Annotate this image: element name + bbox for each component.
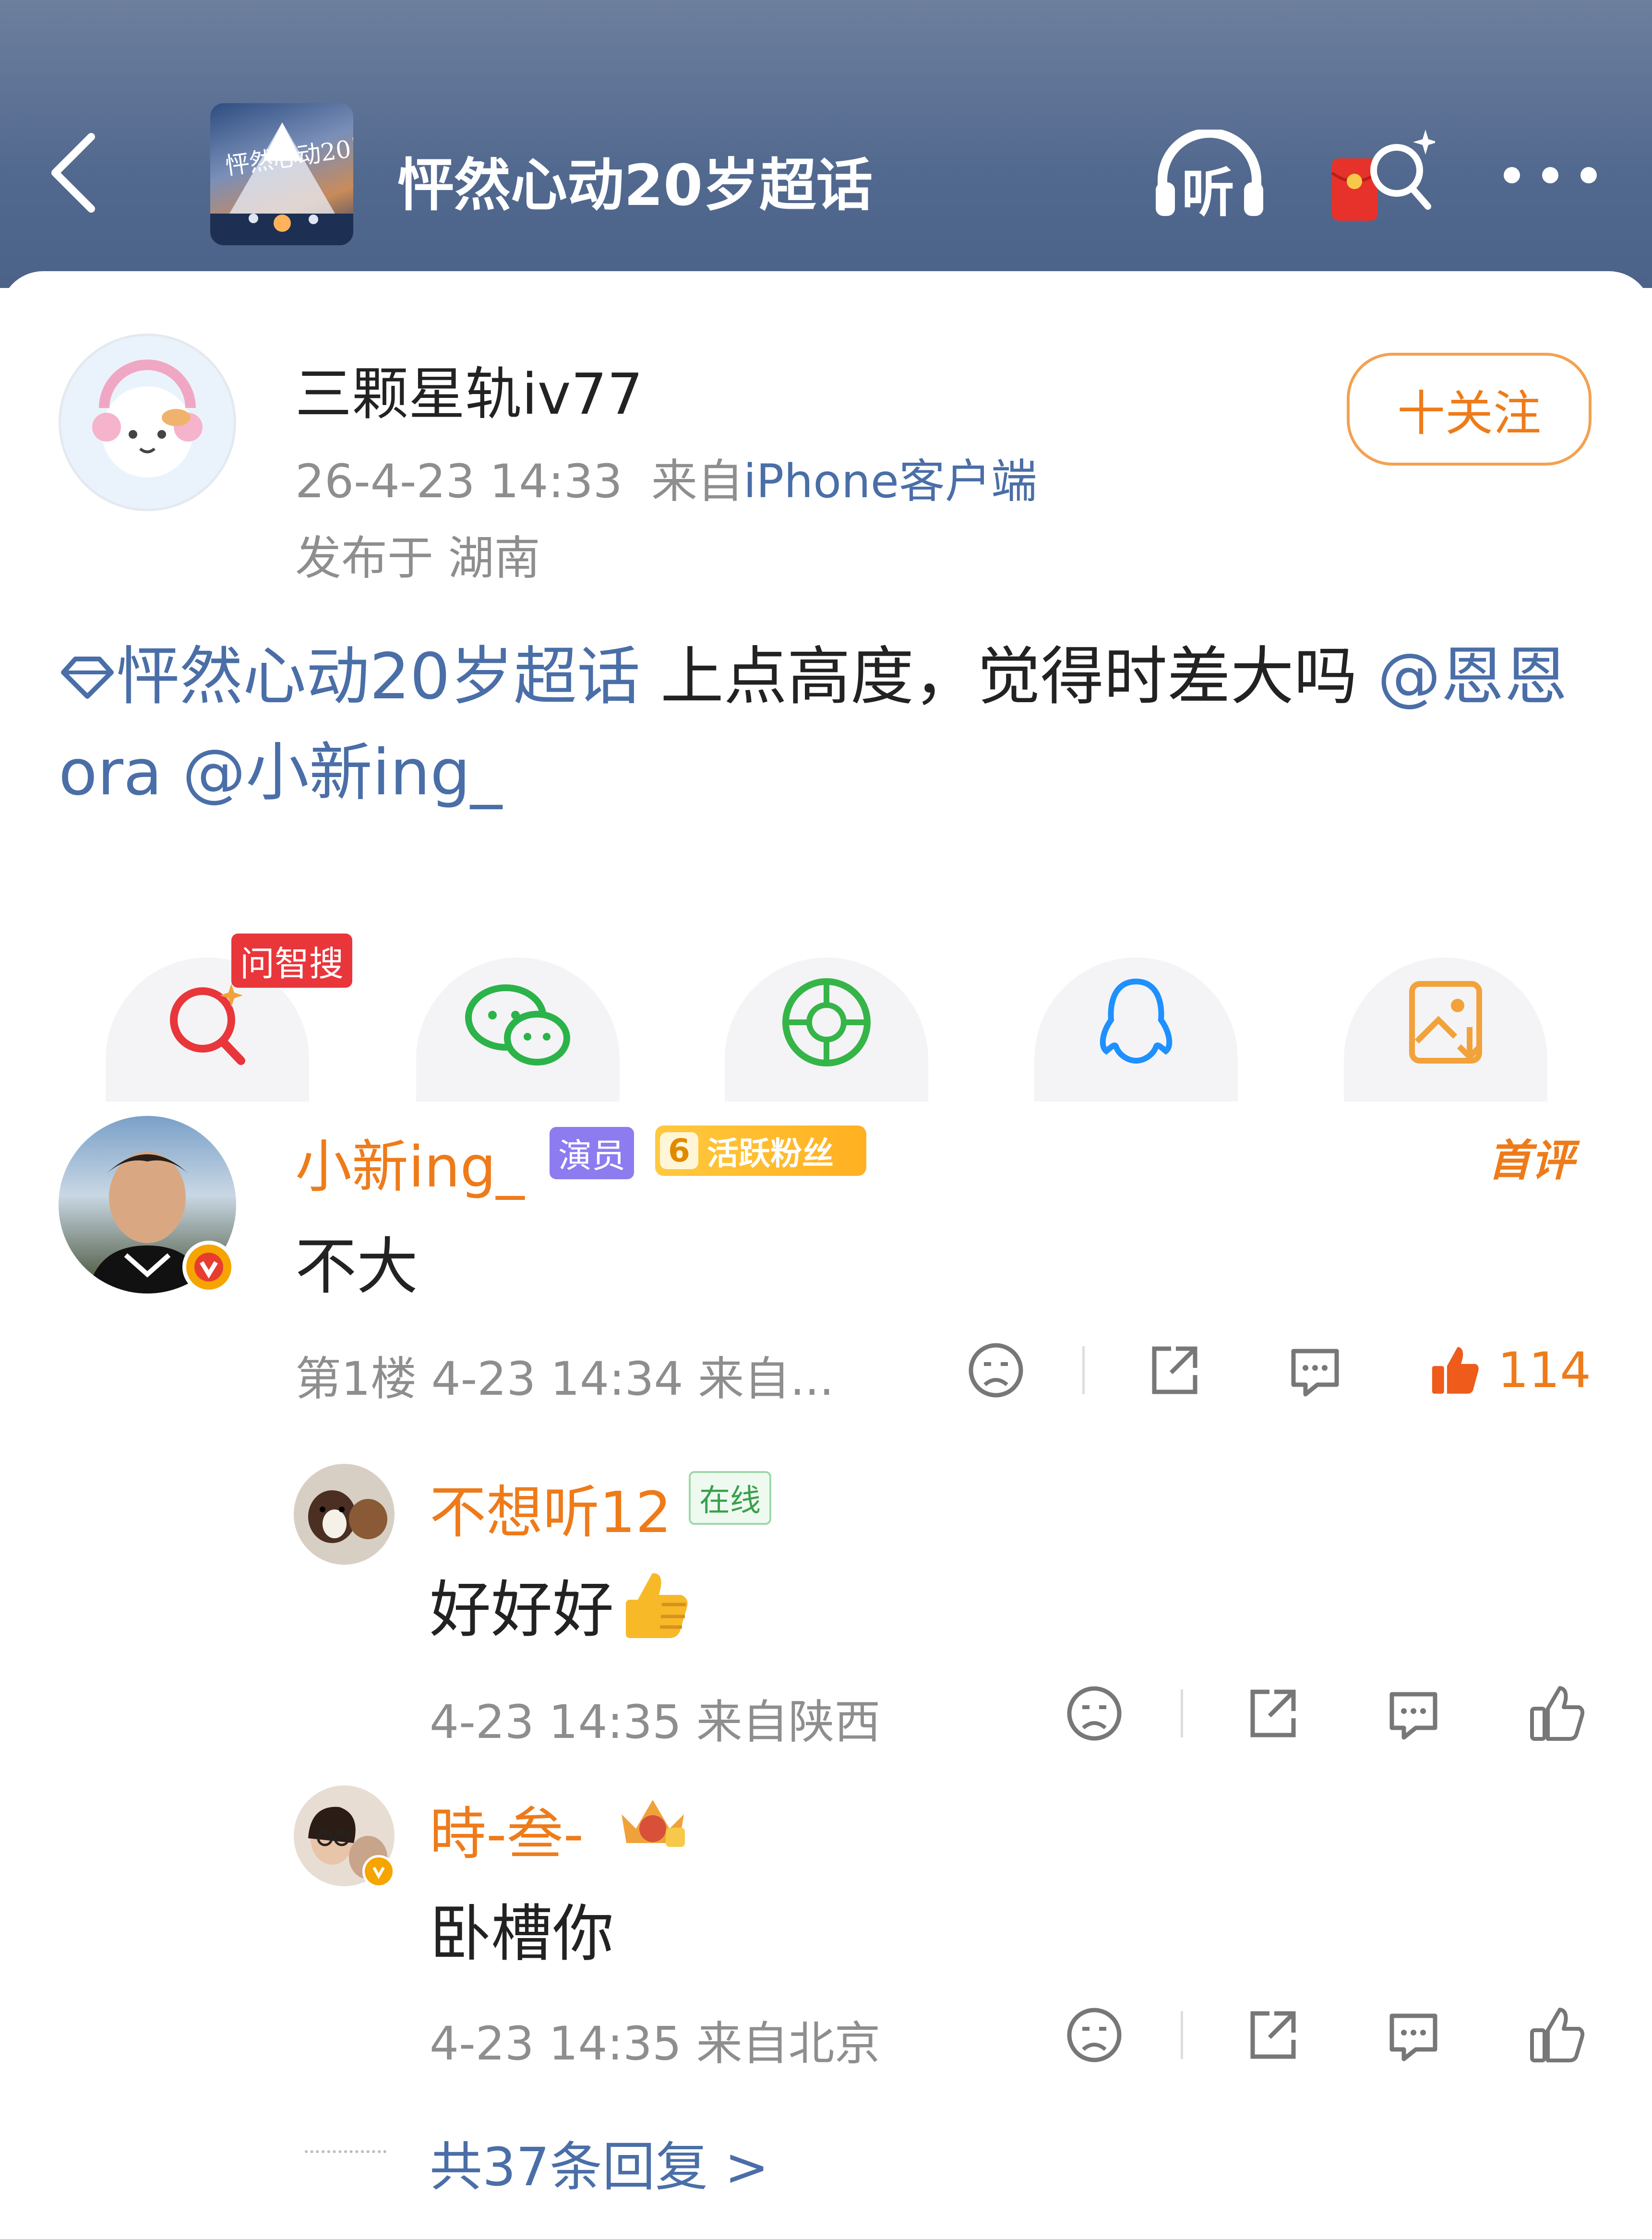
follow-label: 十关注 <box>1397 385 1541 442</box>
comment-meta: 第1楼 4-23 14:34 来自... <box>295 1352 834 1406</box>
sad-face-icon <box>969 1343 1023 1398</box>
listen-label: 听 <box>1182 162 1234 224</box>
reply-meta: 4-23 14:35 来自北京 <box>430 2017 881 2071</box>
more-button[interactable] <box>1497 158 1603 192</box>
share-button[interactable] <box>1241 1682 1303 1745</box>
reply-text-row: 好好好 <box>430 1560 700 1649</box>
divider <box>1082 1346 1085 1394</box>
view-all-replies-link[interactable]: 共37条回复 > <box>430 2124 769 2201</box>
reply-verified-badge <box>362 1855 395 1888</box>
back-icon <box>51 133 95 213</box>
role-badge: 演员 <box>550 1127 634 1179</box>
ai-search-icon <box>170 984 245 1065</box>
thumbs-up-icon <box>1530 1686 1585 1741</box>
post-time: 26-4-23 14:33 <box>295 455 622 508</box>
crown-badge <box>612 1785 694 1853</box>
sad-face-icon <box>1067 2008 1122 2062</box>
supertopic-icon <box>61 657 114 699</box>
red-packet-icon <box>1331 130 1438 221</box>
thumbs-up-emoji-icon <box>626 1573 688 1638</box>
wechat-icon <box>465 984 570 1066</box>
post-text: 上点高度，觉得时差大吗 <box>640 640 1357 714</box>
divider <box>1181 1689 1183 1737</box>
reply-button[interactable] <box>1382 2004 1445 2066</box>
verified-badge <box>182 1241 235 1293</box>
post-body: 怦然心动20岁超话 上点高度，觉得时差大吗 @恩恩ora @小新ing_ <box>59 629 1594 821</box>
reply-avatar[interactable] <box>294 1464 395 1565</box>
post-source[interactable]: iPhone客户端 <box>743 455 1037 508</box>
follow-button[interactable]: 十关注 <box>1347 353 1592 466</box>
save-image-icon <box>1409 981 1483 1064</box>
author-name[interactable]: 三颗星轨iv77 <box>295 348 643 430</box>
topic-cover-image[interactable]: 怦然心动20岁 <box>210 103 353 245</box>
thumbs-up-icon <box>1530 2008 1585 2062</box>
like-button[interactable] <box>1526 1682 1589 1745</box>
qq-icon <box>1100 978 1173 1064</box>
like-button[interactable]: 114 <box>1428 1334 1591 1406</box>
like-button[interactable] <box>1526 2004 1589 2066</box>
reply-author[interactable]: 時-叁- <box>430 1788 584 1870</box>
reply-button[interactable] <box>1382 1682 1445 1745</box>
divider <box>1181 2011 1183 2059</box>
dislike-button[interactable] <box>1063 1682 1125 1745</box>
fan-label: 活跃粉丝 <box>707 1135 834 1172</box>
more-icon <box>1504 167 1597 183</box>
back-button[interactable] <box>43 130 106 216</box>
dislike-button[interactable] <box>1063 2004 1125 2066</box>
source-prefix: 来自 <box>651 455 743 508</box>
moments-icon <box>782 978 871 1066</box>
comment-text: 不大 <box>295 1231 419 1303</box>
reply-meta: 4-23 14:35 来自陕西 <box>430 1695 881 1749</box>
ai-search-tag: 问智搜 <box>231 934 353 988</box>
share-icon <box>1250 1689 1296 1737</box>
crown-icon <box>622 1800 685 1847</box>
online-badge: 在线 <box>689 1471 771 1525</box>
topic-link[interactable]: 怦然心动20岁超话 <box>116 640 640 714</box>
fan-badge: 6 活跃粉丝 <box>655 1125 866 1176</box>
share-button[interactable] <box>1142 1339 1205 1401</box>
reply-button[interactable] <box>1284 1339 1346 1401</box>
post-meta: 26-4-23 14:33 来自iPhone客户端 <box>295 444 1037 511</box>
listen-button[interactable]: 听 <box>1152 128 1267 224</box>
post-location: 发布于 湖南 <box>295 531 540 585</box>
first-comment-tag: 首评 <box>1488 1136 1574 1186</box>
share-icon <box>1250 2011 1296 2059</box>
sad-face-icon <box>1067 1686 1122 1741</box>
share-icon <box>1152 1346 1197 1394</box>
reply-text: 好好好 <box>430 1574 614 1646</box>
dislike-button[interactable] <box>965 1339 1027 1401</box>
fan-level: 6 <box>660 1132 698 1169</box>
verified-v-icon <box>372 1867 385 1880</box>
author-avatar[interactable] <box>59 334 236 511</box>
post-card <box>0 271 1652 2239</box>
like-count: 114 <box>1497 1341 1591 1399</box>
comment-icon <box>1291 1349 1339 1397</box>
share-button[interactable] <box>1241 2004 1303 2066</box>
commenter-name[interactable]: 小新ing_ <box>295 1121 524 1203</box>
comment-icon <box>1389 1692 1437 1740</box>
red-packet-search-button[interactable] <box>1329 125 1438 226</box>
mention-link[interactable]: @小新ing_ <box>182 736 502 810</box>
reply-text: 卧槽你 <box>430 1898 614 1970</box>
thumbs-up-icon <box>1432 1347 1479 1394</box>
comment-icon <box>1389 2013 1437 2061</box>
verified-v-icon <box>194 1253 223 1281</box>
dotted-line <box>305 2150 386 2153</box>
reply-author[interactable]: 不想听12 <box>430 1466 671 1548</box>
topic-title: 怦然心动20岁超话 <box>397 152 873 218</box>
